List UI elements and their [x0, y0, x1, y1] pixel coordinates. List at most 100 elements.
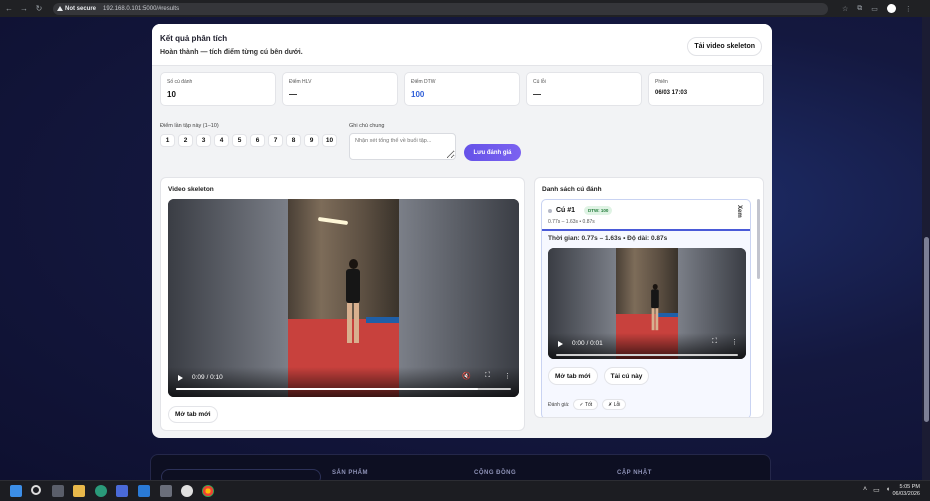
strokes-list-scrollbar[interactable]	[757, 199, 760, 279]
profile-avatar[interactable]	[886, 4, 896, 13]
bookmark-star-icon[interactable]: ☆	[842, 5, 848, 13]
page-title: Kết quả phân tích	[160, 34, 228, 43]
network-icon[interactable]: ▭	[873, 486, 880, 494]
strokes-panel-title: Danh sách cú đánh	[542, 186, 602, 193]
rating-option-6[interactable]: 6	[250, 134, 265, 147]
video-wall	[616, 248, 678, 314]
general-note: Ghi chú chung	[349, 123, 456, 165]
mute-icon[interactable]: 🔇	[462, 372, 471, 380]
app-icon[interactable]	[160, 485, 172, 497]
download-skeleton-button[interactable]: Tải video skeleton	[687, 37, 762, 56]
footer-heading-community: CỘNG ĐỒNG	[474, 470, 517, 476]
video-figure-body	[346, 269, 360, 303]
results-card: Kết quả phân tích Hoàn thành — tích điểm…	[152, 24, 772, 438]
stat-session: Phiên 06/03 17:03	[648, 72, 764, 106]
tray-chevron-icon[interactable]: ˄	[863, 486, 867, 494]
video-table	[658, 313, 678, 317]
play-icon[interactable]	[558, 341, 563, 347]
warning-icon	[57, 6, 63, 11]
note-textarea[interactable]	[349, 133, 456, 160]
video-seek-bar[interactable]	[176, 388, 511, 390]
eval-label: Đánh giá:	[548, 401, 570, 408]
rating-options: 1 2 3 4 5 6 7 8 9 10	[160, 134, 337, 147]
cast-icon[interactable]: ▭	[871, 5, 878, 13]
extensions-icon[interactable]: ⧉	[857, 5, 862, 13]
stroke-open-tab-button[interactable]: Mở tab mới	[548, 367, 598, 385]
strokes-list-panel: Danh sách cú đánh Cú #1 DTW: 100 0.77s –…	[534, 177, 764, 418]
rating-option-10[interactable]: 10	[322, 134, 337, 147]
task-view-icon[interactable]	[52, 485, 64, 497]
more-options-icon[interactable]: ⋮	[504, 372, 511, 380]
rating-option-4[interactable]: 4	[214, 134, 229, 147]
chrome-icon[interactable]	[202, 485, 214, 497]
stat-label: Cú lỗi	[533, 79, 546, 85]
forward-icon[interactable]: →	[18, 3, 30, 15]
volume-icon[interactable]: ◖	[886, 486, 890, 494]
skeleton-video-player[interactable]: 0:09 / 0:10 🔇 ⛶ ⋮	[168, 199, 519, 397]
stat-errors: Cú lỗi —	[526, 72, 642, 106]
stroke-toggle-button[interactable]: Xem	[736, 205, 742, 218]
address-bar[interactable]: Not secure 192.168.0.101:5000/#results	[53, 2, 828, 15]
stroke-card: Cú #1 DTW: 100 0.77s – 1.63s • 0.87s Xem…	[541, 199, 751, 417]
rating-option-1[interactable]: 1	[160, 134, 175, 147]
rating-option-2[interactable]: 2	[178, 134, 193, 147]
video-player-figure	[650, 284, 660, 336]
stroke-video-player[interactable]: 0:00 / 0:01 ⛶ ⋮	[548, 248, 746, 359]
eval-bad-button[interactable]: ✗ Lỗi	[602, 399, 627, 410]
clock-time: 5:05 PM	[899, 484, 920, 490]
vscode-icon[interactable]	[138, 485, 150, 497]
video-figure-body	[651, 289, 659, 309]
file-explorer-icon[interactable]	[73, 485, 85, 497]
stat-value: —	[289, 90, 297, 99]
fullscreen-icon[interactable]: ⛶	[485, 372, 490, 380]
rating-option-9[interactable]: 9	[304, 134, 319, 147]
stat-strokes: Số cú đánh 10	[160, 72, 276, 106]
more-options-icon[interactable]: ⋮	[731, 338, 738, 346]
chat-icon[interactable]	[181, 485, 193, 497]
stroke-video-time: 0:00 / 0:01	[572, 340, 603, 347]
video-time: 0:09 / 0:10	[192, 374, 223, 381]
eval-good-button[interactable]: ✓ Tốt	[573, 399, 599, 410]
rating-option-3[interactable]: 3	[196, 134, 211, 147]
stroke-evaluation: Đánh giá: ✓ Tốt ✗ Lỗi	[548, 399, 627, 410]
menu-icon[interactable]: ⋮	[905, 5, 912, 13]
video-table	[366, 317, 399, 323]
stroke-download-button[interactable]: Tải cú này	[603, 367, 650, 385]
page-scrollbar-thumb[interactable]	[924, 237, 929, 422]
stat-value: 10	[167, 90, 176, 99]
stroke-video-seek-bar[interactable]	[556, 354, 738, 356]
stroke-card-header[interactable]: Cú #1 DTW: 100 0.77s – 1.63s • 0.87s Xem	[542, 200, 750, 231]
video-seek-progress	[176, 388, 478, 390]
save-rating-button[interactable]: Lưu đánh giá	[464, 144, 521, 161]
video-panel-title: Video skeleton	[168, 186, 214, 193]
back-icon[interactable]: ←	[3, 3, 15, 15]
edge-icon[interactable]	[95, 485, 107, 497]
stats-row: Số cú đánh 10 Điểm HLV — Điểm DTW 100 Cú…	[160, 72, 764, 106]
windows-start-icon[interactable]	[10, 485, 22, 497]
stroke-status-dot	[548, 209, 552, 213]
note-label: Ghi chú chung	[349, 123, 385, 129]
stat-value: —	[533, 90, 541, 99]
stat-label: Điểm DTW	[411, 79, 436, 85]
security-label: Not secure	[65, 5, 97, 12]
open-new-tab-button[interactable]: Mở tab mới	[168, 406, 218, 423]
store-icon[interactable]	[116, 485, 128, 497]
rating-option-5[interactable]: 5	[232, 134, 247, 147]
results-header: Kết quả phân tích Hoàn thành — tích điểm…	[152, 24, 772, 66]
rating-option-8[interactable]: 8	[286, 134, 301, 147]
security-indicator[interactable]: Not secure	[57, 6, 96, 12]
play-icon[interactable]	[178, 375, 183, 381]
system-clock[interactable]: 5:05 PM 06/03/2026	[892, 484, 920, 498]
stat-value: 06/03 17:03	[655, 90, 688, 96]
stat-label: Số cú đánh	[167, 79, 193, 85]
video-controls: 0:09 / 0:10 🔇 ⛶ ⋮	[168, 367, 519, 397]
fullscreen-icon[interactable]: ⛶	[712, 338, 717, 346]
stat-dtw-score: Điểm DTW 100	[404, 72, 520, 106]
rating-option-7[interactable]: 7	[268, 134, 283, 147]
reload-icon[interactable]: ↻	[33, 3, 45, 15]
skeleton-video-panel: Video skeleton 0:09 / 0:10 🔇 ⛶ ⋮ Mở tab …	[160, 177, 525, 431]
footer-heading-updates: CẬP NHẬT	[617, 470, 652, 476]
search-icon[interactable]	[31, 485, 41, 495]
browser-toolbar: ← → ↻ Not secure 192.168.0.101:5000/#res…	[0, 0, 930, 17]
stat-value: 100	[411, 90, 425, 99]
